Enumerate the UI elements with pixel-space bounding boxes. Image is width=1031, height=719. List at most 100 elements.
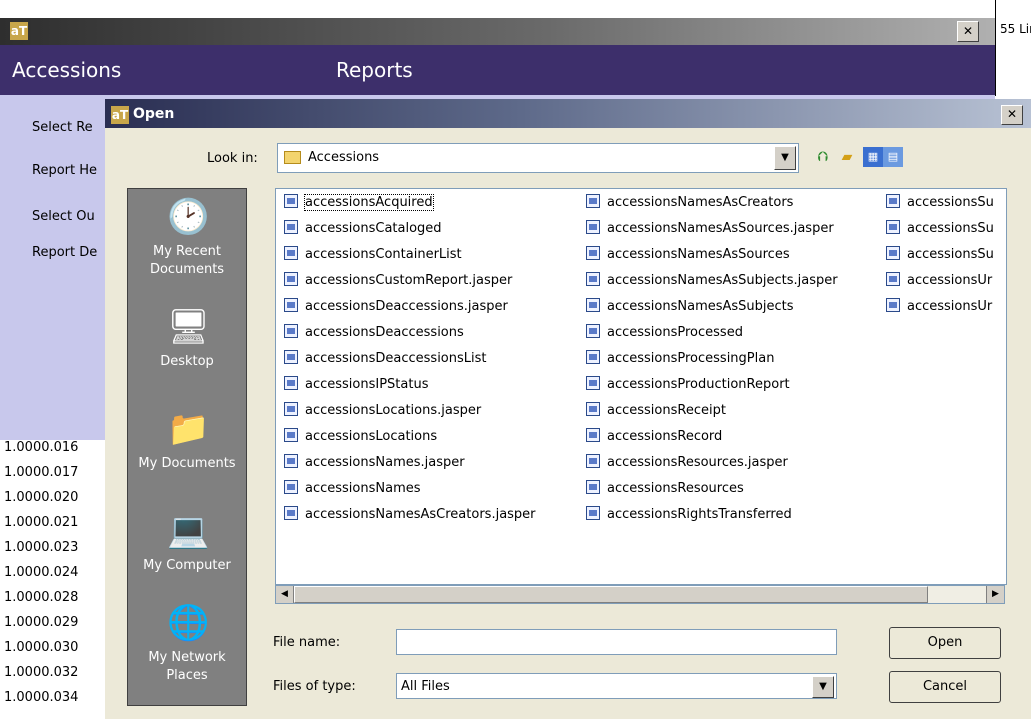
file-item[interactable]: accessionsUr [886,297,992,317]
file-item[interactable]: accessionsRightsTransferred [586,505,792,525]
report-file-icon [586,324,600,338]
file-item[interactable]: accessionsReceipt [586,401,726,421]
list-item[interactable]: 1.0000.016 [4,440,120,455]
file-item[interactable]: accessionsLocations [284,427,437,447]
file-name: accessionsResources [607,481,744,496]
list-item[interactable]: 1.0000.024 [4,565,120,580]
place-label: My Computer [143,558,231,573]
file-item[interactable]: accessionsCustomReport.jasper [284,271,512,291]
file-item[interactable]: accessionsContainerList [284,245,462,265]
scroll-right-icon[interactable]: ▶ [986,586,1004,603]
file-item[interactable]: accessionsSu [886,219,994,239]
list-item[interactable]: 1.0000.021 [4,515,120,530]
file-name: accessionsReceipt [607,403,726,418]
scroll-left-icon[interactable]: ◀ [276,586,294,603]
list-item[interactable]: 1.0000.020 [4,490,120,505]
report-file-icon [586,350,600,364]
file-name: accessionsCustomReport.jasper [305,273,513,288]
file-item[interactable]: accessionsSu [886,245,994,265]
file-name: accessionsNamesAsCreators [607,195,794,210]
file-name: accessionsRecord [607,429,723,444]
file-item[interactable]: accessionsRecord [586,427,722,447]
background-close-button[interactable]: ✕ [957,21,979,42]
file-name-input[interactable] [396,629,837,655]
file-name: accessionsNames [305,481,421,496]
file-item[interactable]: accessionsNamesAsCreators [586,193,793,213]
look-in-dropdown[interactable]: Accessions ▼ [277,143,799,173]
file-item[interactable]: accessionsNames [284,479,421,499]
report-file-icon [284,298,298,312]
place-my-computer[interactable]: 💻 My Computer [128,511,246,575]
file-item[interactable]: accessionsNamesAsSubjects [586,297,794,317]
file-item[interactable]: accessionsIPStatus [284,375,428,395]
file-item[interactable]: accessionsNamesAsSubjects.jasper [586,271,838,291]
file-item[interactable]: accessionsProcessingPlan [586,349,774,369]
file-name: accessionsNamesAsSources [607,247,790,262]
report-file-icon [284,324,298,338]
file-item[interactable]: accessionsDeaccessionsList [284,349,487,369]
new-folder-icon[interactable]: ▰ [837,147,857,167]
details-view-icon[interactable]: ▤ [883,147,903,167]
file-name: accessionsContainerList [305,247,462,262]
file-name: accessionsNames.jasper [305,455,465,470]
list-item[interactable]: 1.0000.029 [4,615,120,630]
my-documents-icon: 📁 [167,409,210,449]
look-in-value: Accessions [308,150,380,165]
file-item[interactable]: accessionsNames.jasper [284,453,465,473]
list-item[interactable]: 1.0000.030 [4,640,120,655]
file-name: accessionsLocations.jasper [305,403,482,418]
files-of-type-dropdown[interactable]: All Files ▼ [396,673,837,699]
open-button[interactable]: Open [889,627,1001,659]
file-item[interactable]: accessionsNamesAsCreators.jasper [284,505,536,525]
file-item[interactable]: accessionsLocations.jasper [284,401,481,421]
file-name: accessionsResources.jasper [607,455,788,470]
file-name-label: File name: [273,635,341,650]
place-recent-documents[interactable]: 🕑 My Recent Documents [128,197,246,279]
look-in-label: Look in: [207,151,258,166]
file-item[interactable]: accessionsResources.jasper [586,453,788,473]
horizontal-scrollbar[interactable]: ◀ ▶ [275,585,1005,604]
file-item[interactable]: accessionsProductionReport [586,375,790,395]
place-network-places[interactable]: 🌐 My Network Places [128,603,246,685]
form-label: Report De [32,245,98,260]
list-item[interactable]: 1.0000.017 [4,465,120,480]
chevron-down-icon[interactable]: ▼ [774,146,796,170]
dialog-close-button[interactable]: ✕ [1001,105,1023,125]
report-file-icon [586,506,600,520]
file-name: accessionsSu [907,247,994,262]
place-my-documents[interactable]: 📁 My Documents [128,409,246,473]
list-item[interactable]: 1.0000.032 [4,665,120,680]
file-item[interactable]: accessionsDeaccessions.jasper [284,297,508,317]
list-item[interactable]: 1.0000.023 [4,540,120,555]
report-file-icon [586,428,600,442]
open-dialog: aT Open ✕ Look in: Accessions ▼ ⮉ ▰ ▦ ▤ … [105,99,1031,719]
file-item[interactable]: accessionsSu [886,193,994,213]
file-item[interactable]: accessionsUr [886,271,992,291]
file-item[interactable]: accessionsResources [586,479,744,499]
file-item[interactable]: accessionsProcessed [586,323,743,343]
file-item[interactable]: accessionsAcquired [284,193,434,213]
chevron-down-icon[interactable]: ▼ [812,676,834,698]
desktop-icon: 🖥 [167,307,211,347]
file-item[interactable]: accessionsCataloged [284,219,442,239]
report-file-icon [886,220,900,234]
file-item[interactable]: accessionsDeaccessions [284,323,464,343]
place-desktop[interactable]: 🖥 Desktop [128,307,246,371]
window-edge-divider [995,0,996,96]
partial-edge-text: 55 Lir [1000,22,1031,36]
file-item[interactable]: accessionsNamesAsSources [586,245,790,265]
scrollbar-thumb[interactable] [294,586,928,603]
list-item[interactable]: 1.0000.034 [4,690,120,705]
list-item[interactable]: 1.0000.028 [4,590,120,605]
report-file-icon [586,194,600,208]
dialog-titlebar[interactable]: aT Open ✕ [105,99,1031,128]
file-name: accessionsUr [907,299,993,314]
report-file-icon [284,402,298,416]
file-item[interactable]: accessionsNamesAsSources.jasper [586,219,834,239]
cancel-button[interactable]: Cancel [889,671,1001,703]
file-name: accessionsDeaccessions [305,325,464,340]
report-file-icon [886,246,900,260]
up-folder-icon[interactable]: ⮉ [813,147,833,167]
view-menu-icon[interactable]: ▦ [863,147,883,167]
report-file-icon [284,376,298,390]
